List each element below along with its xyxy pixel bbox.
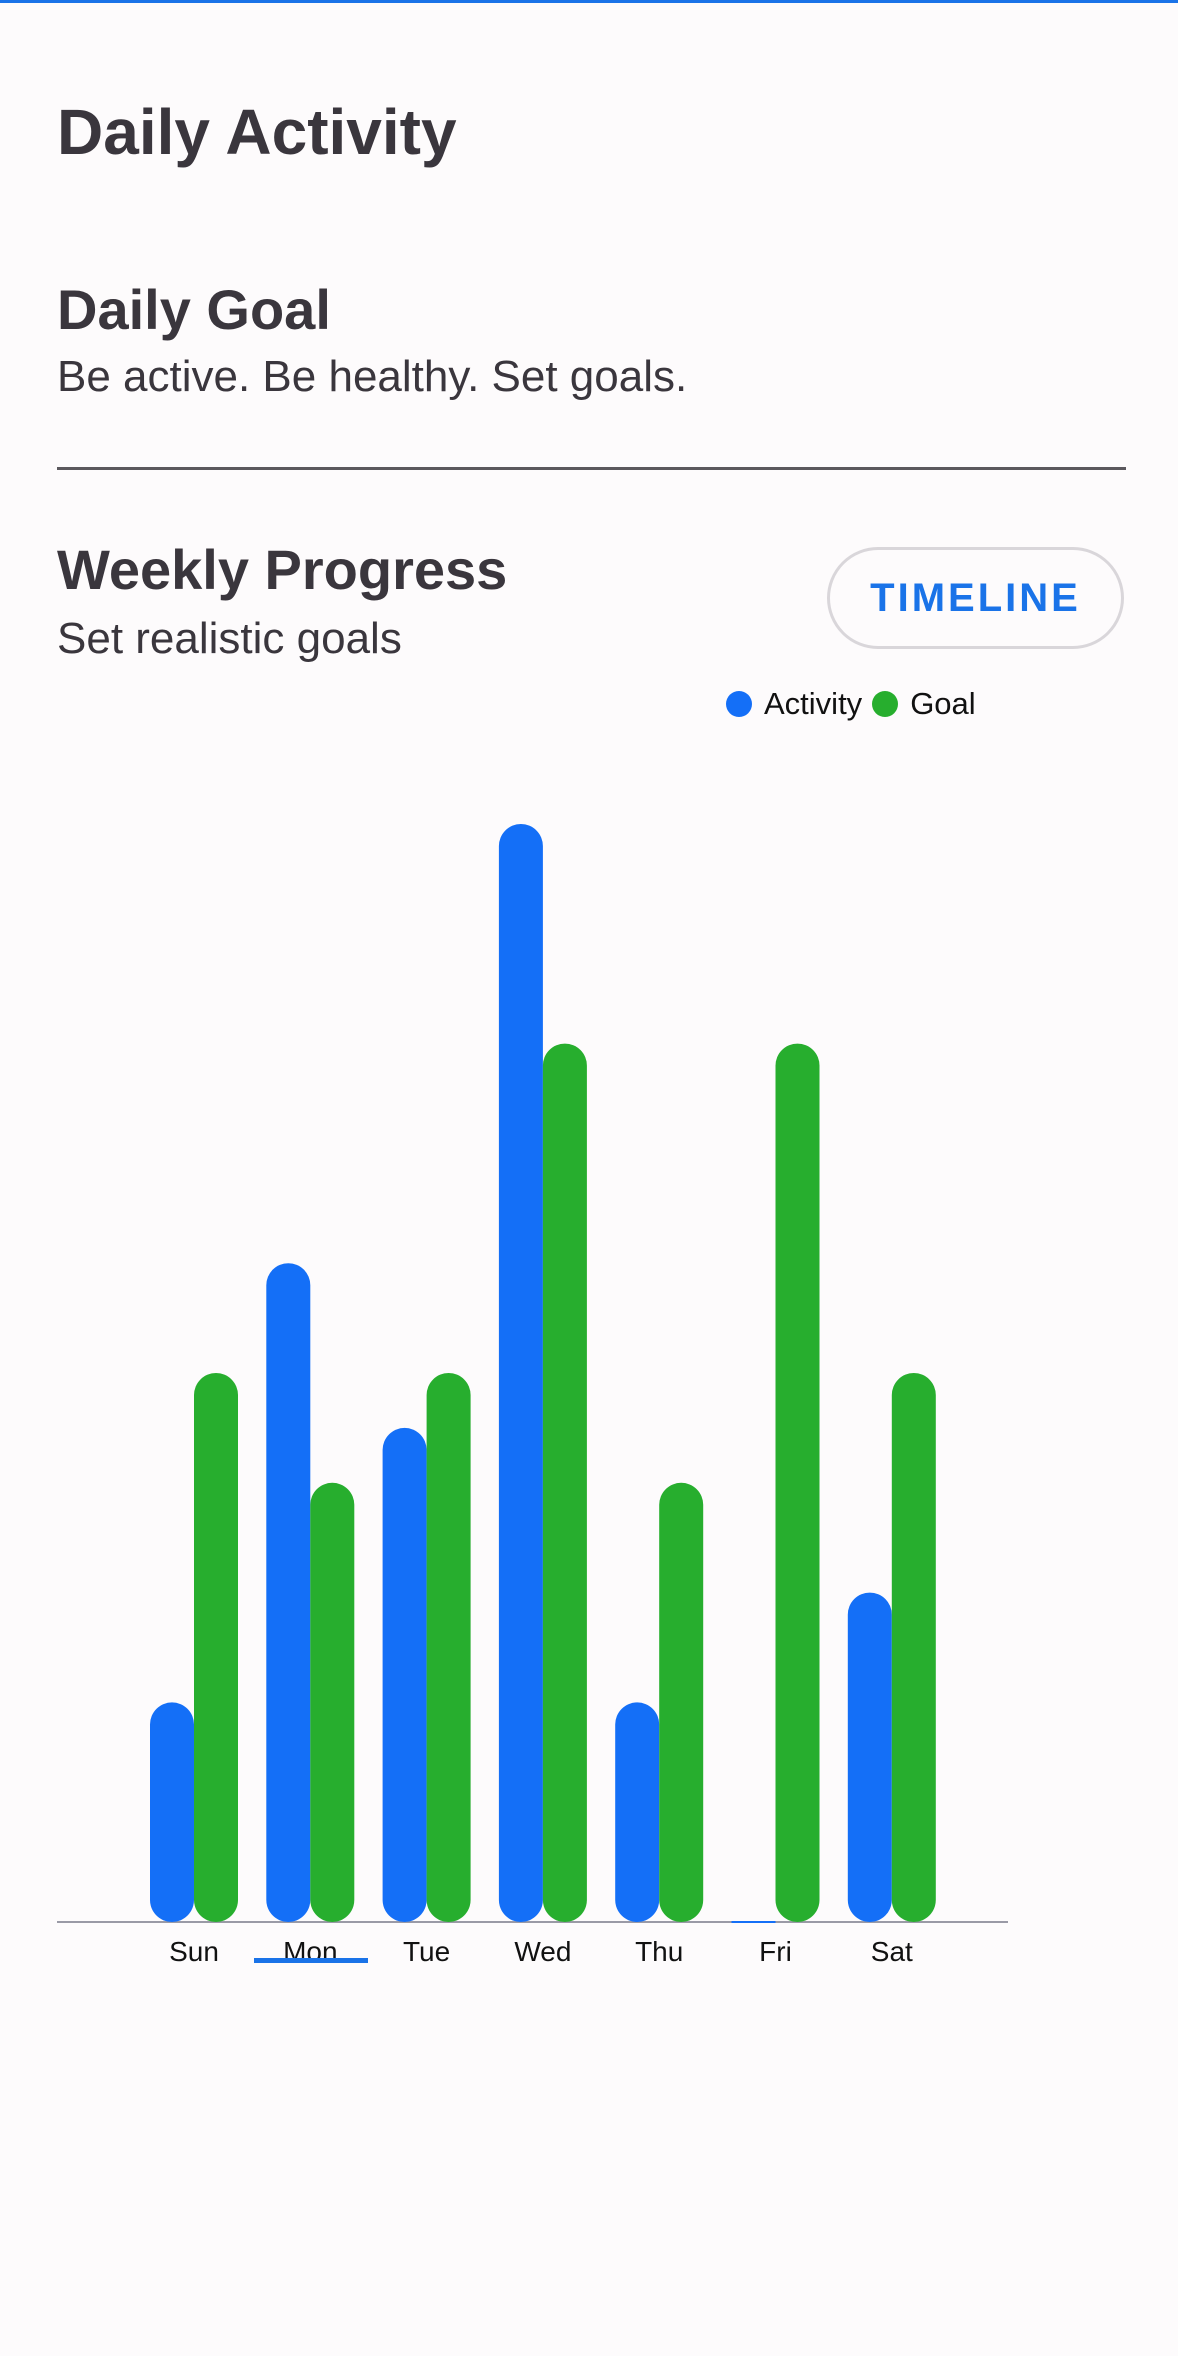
bar-activity-sun[interactable]	[150, 1702, 194, 1922]
bar-activity-wed[interactable]	[498, 823, 543, 1923]
bar-activity-sat[interactable]	[847, 1592, 892, 1923]
bar-goal-wed[interactable]	[542, 1043, 587, 1923]
x-tick-label-sat[interactable]: Sat	[871, 1936, 913, 1967]
bar-goal-fri[interactable]	[775, 1043, 820, 1923]
bar-goal-sun[interactable]	[194, 1373, 238, 1922]
bar-goal-mon[interactable]	[310, 1482, 355, 1923]
x-tick-label-tue[interactable]: Tue	[403, 1936, 450, 1967]
x-tick-label-sun[interactable]: Sun	[169, 1936, 219, 1967]
bar-goal-tue[interactable]	[426, 1373, 471, 1923]
selected-day-indicator	[254, 1958, 368, 1963]
bar-activity-thu[interactable]	[615, 1702, 660, 1923]
x-tick-label-wed[interactable]: Wed	[514, 1936, 571, 1967]
weekly-bar-chart: Sun Mon Tue Wed Thu Fri Sat	[57, 823, 1008, 1967]
x-tick-label-thu[interactable]: Thu	[635, 1936, 683, 1967]
bar-goal-thu[interactable]	[659, 1482, 704, 1923]
bar-activity-tue[interactable]	[382, 1427, 427, 1923]
bar-goal-sat[interactable]	[891, 1373, 936, 1923]
bar-activity-mon[interactable]	[266, 1263, 311, 1923]
x-tick-label-fri[interactable]: Fri	[759, 1936, 792, 1967]
